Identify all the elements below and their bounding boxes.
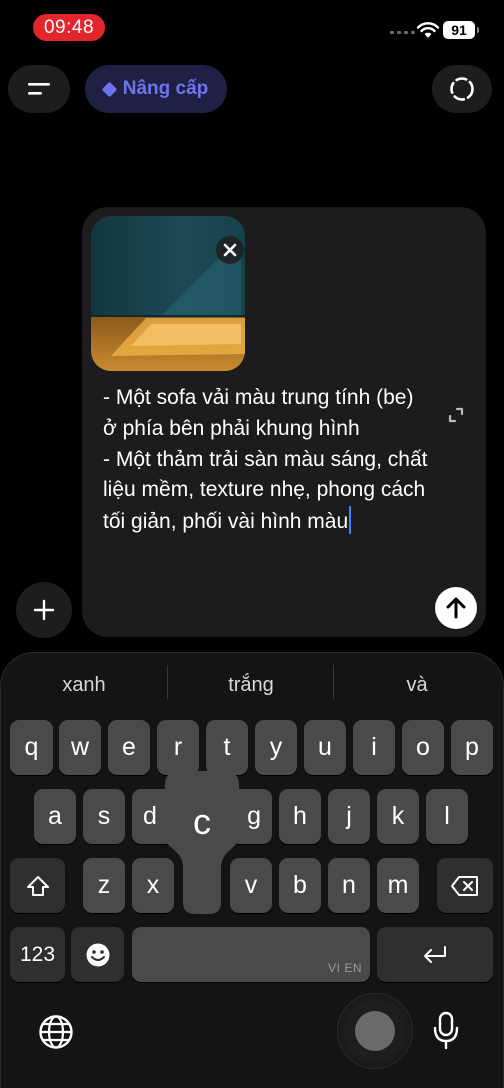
key-n[interactable]: n bbox=[328, 858, 370, 913]
attached-image-thumbnail[interactable] bbox=[91, 216, 245, 371]
key-m[interactable]: m bbox=[377, 858, 419, 913]
key-q[interactable]: q bbox=[10, 720, 53, 775]
suggestion-3[interactable]: và bbox=[334, 674, 500, 700]
space-language-label: VI EN bbox=[328, 961, 362, 975]
key-i[interactable]: i bbox=[353, 720, 395, 775]
send-button[interactable] bbox=[435, 587, 477, 629]
key-e[interactable]: e bbox=[108, 720, 150, 775]
arrow-up-icon bbox=[446, 597, 466, 619]
add-attachment-button[interactable] bbox=[16, 582, 72, 638]
key-a[interactable]: a bbox=[34, 789, 76, 844]
battery-indicator: 91 bbox=[443, 21, 479, 39]
key-u[interactable]: u bbox=[304, 720, 346, 775]
key-y[interactable]: y bbox=[255, 720, 297, 775]
key-z[interactable]: z bbox=[83, 858, 125, 913]
backspace-icon bbox=[451, 875, 478, 896]
key-popup-letter: c bbox=[193, 801, 211, 842]
expand-icon bbox=[448, 407, 464, 423]
shift-key[interactable] bbox=[10, 858, 65, 913]
status-time: 09:48 bbox=[33, 14, 105, 41]
new-chat-button[interactable] bbox=[432, 65, 492, 113]
return-icon bbox=[424, 945, 446, 963]
emoji-key[interactable] bbox=[71, 927, 124, 982]
emoji-icon bbox=[86, 943, 109, 966]
text-cursor bbox=[349, 506, 352, 535]
return-key[interactable] bbox=[377, 927, 493, 982]
space-bar[interactable]: VI EN bbox=[132, 927, 370, 982]
suggestion-2[interactable]: trắng bbox=[168, 674, 334, 700]
cellular-signal-icon bbox=[390, 31, 415, 34]
key-j[interactable]: j bbox=[328, 789, 370, 844]
wifi-icon bbox=[416, 22, 440, 38]
hamburger-menu-icon bbox=[28, 83, 50, 95]
composer-text-area[interactable]: - Một sofa vải màu trung tính (be) ở phí… bbox=[103, 383, 433, 538]
record-dot-icon bbox=[355, 1011, 395, 1051]
suggestion-1[interactable]: xanh bbox=[1, 674, 167, 700]
key-t[interactable]: t bbox=[206, 720, 248, 775]
close-icon bbox=[223, 243, 237, 257]
diamond-icon bbox=[101, 81, 118, 97]
plus-icon bbox=[33, 599, 55, 621]
message-composer[interactable]: - Một sofa vải màu trung tính (be) ở phí… bbox=[82, 207, 486, 637]
key-o[interactable]: o bbox=[402, 720, 444, 775]
dashed-circle-icon bbox=[450, 77, 474, 101]
key-r[interactable]: r bbox=[157, 720, 199, 775]
key-w[interactable]: w bbox=[59, 720, 101, 775]
upgrade-button[interactable]: Nâng cấp bbox=[85, 65, 227, 113]
remove-image-button[interactable] bbox=[216, 236, 244, 264]
dictation-icon[interactable] bbox=[431, 1011, 461, 1051]
composer-text: - Một sofa vải màu trung tính (be) ở phí… bbox=[103, 386, 428, 534]
globe-icon[interactable] bbox=[37, 1013, 75, 1051]
shift-icon bbox=[26, 875, 49, 896]
upgrade-label: Nâng cấp bbox=[122, 78, 209, 99]
dictation-cursor-button[interactable] bbox=[337, 993, 413, 1069]
expand-composer-button[interactable] bbox=[438, 397, 474, 433]
key-s[interactable]: s bbox=[83, 789, 125, 844]
key-b[interactable]: b bbox=[279, 858, 321, 913]
key-h[interactable]: h bbox=[279, 789, 321, 844]
keyboard: xanh trắng và q w e r t y u i o p a s d … bbox=[0, 652, 504, 1088]
backspace-key[interactable] bbox=[437, 858, 493, 913]
key-p[interactable]: p bbox=[451, 720, 493, 775]
numbers-key[interactable]: 123 bbox=[10, 927, 65, 982]
key-k[interactable]: k bbox=[377, 789, 419, 844]
key-l[interactable]: l bbox=[426, 789, 468, 844]
menu-button[interactable] bbox=[8, 65, 70, 113]
